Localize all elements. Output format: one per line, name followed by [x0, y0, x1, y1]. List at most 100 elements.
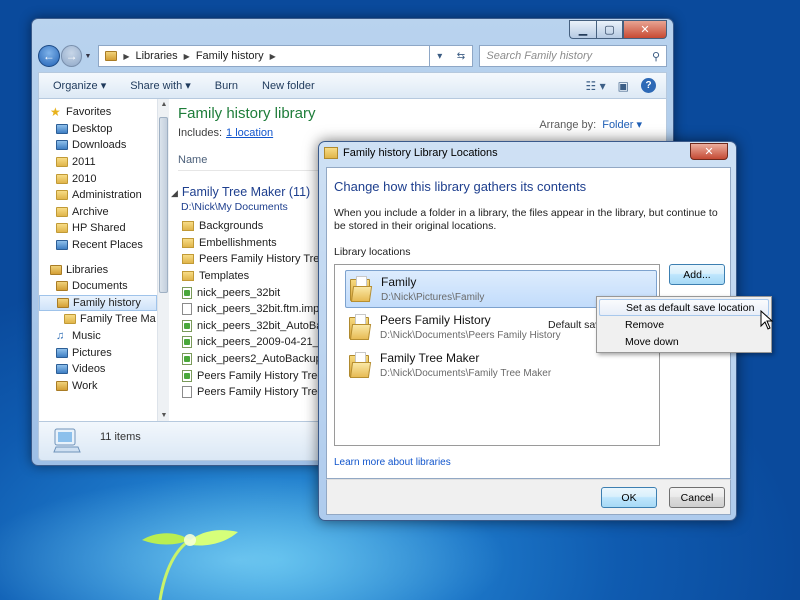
folder-icon [56, 157, 68, 168]
dialog-footer: OK Cancel [326, 479, 731, 515]
includes-locations-link[interactable]: 1 location [226, 127, 273, 139]
nav-family-history[interactable]: Family history [39, 294, 157, 312]
scroll-down-icon[interactable]: ▼ [159, 412, 169, 419]
library-title: Family history library [178, 105, 316, 122]
folder-icon [349, 352, 372, 378]
search-icon[interactable]: ⚲ [652, 50, 660, 63]
address-row: ← → ▼ ▶ Libraries ▶ Family history ▶ ▾ ⇆… [38, 43, 667, 69]
view-options-icon[interactable]: ☷ ▾ [586, 79, 606, 93]
nav-desktop[interactable]: Desktop [39, 121, 157, 138]
dialog-heading: Change how this library gathers its cont… [334, 179, 587, 194]
ok-button[interactable]: OK [601, 487, 657, 508]
family-tree-file-icon [182, 319, 192, 332]
cancel-button[interactable]: Cancel [669, 487, 725, 508]
nav-documents[interactable]: Documents [39, 278, 157, 295]
nav-libraries[interactable]: Libraries [39, 261, 157, 278]
window-controls: ▁ ▢ ✕ [569, 20, 667, 39]
address-bar[interactable]: ▶ Libraries ▶ Family history ▶ [98, 45, 430, 67]
document-icon [182, 303, 192, 316]
folder-icon [182, 237, 194, 248]
breadcrumb-family-history[interactable]: Family history [196, 50, 264, 62]
libraries-icon [50, 264, 62, 275]
location-path: D:\Nick\Pictures\Family [381, 292, 485, 303]
organize-button[interactable]: Organize ▾ [53, 79, 106, 92]
folder-icon [64, 314, 76, 325]
pictures-icon [56, 347, 68, 358]
menu-remove[interactable]: Remove [599, 316, 769, 333]
dropdown-icon[interactable]: ▾ [437, 51, 442, 62]
folder-icon [349, 314, 372, 340]
item-count: 11 items [100, 431, 141, 443]
add-location-button[interactable]: Add... [669, 264, 725, 285]
family-tree-file-icon [182, 286, 192, 299]
document-icon [182, 386, 192, 399]
nav-administration[interactable]: Administration [39, 187, 157, 204]
arrange-by[interactable]: Arrange by: Folder ▾ [539, 118, 642, 131]
library-icon [56, 380, 68, 391]
nav-archive[interactable]: Archive [39, 204, 157, 221]
music-icon: ♫ [56, 330, 65, 343]
nav-music[interactable]: ♫ Music [39, 328, 157, 345]
breadcrumb-libraries[interactable]: Libraries [135, 50, 177, 62]
nav-downloads[interactable]: Downloads [39, 137, 157, 154]
new-folder-button[interactable]: New folder [262, 80, 315, 92]
close-button[interactable]: ✕ [623, 20, 667, 39]
dialog-title: Family history Library Locations [343, 147, 498, 159]
forward-button[interactable]: → [60, 45, 83, 67]
burn-button[interactable]: Burn [215, 80, 238, 92]
folder-icon [56, 206, 68, 217]
learn-more-link[interactable]: Learn more about libraries [334, 457, 451, 468]
location-name: Family [381, 275, 417, 289]
location-path: D:\Nick\Documents\Peers Family History [380, 330, 561, 341]
group-path: D:\Nick\My Documents [181, 201, 288, 213]
column-name[interactable]: Name [178, 154, 207, 166]
nav-2010[interactable]: 2010 [39, 170, 157, 187]
nav-family-tree-maker[interactable]: Family Tree Ma [39, 311, 157, 328]
folder-icon [350, 276, 373, 302]
preview-pane-icon[interactable]: ▣ [618, 79, 629, 93]
nav-2011[interactable]: 2011 [39, 154, 157, 171]
file-name: nick_peers2_AutoBackup [197, 353, 322, 366]
chevron-right-icon: ▶ [269, 51, 276, 61]
nav-videos[interactable]: Videos [39, 361, 157, 378]
library-locations-label: Library locations [334, 246, 411, 258]
library-icon [324, 147, 338, 159]
search-input[interactable]: Search Family history ⚲ [479, 45, 667, 67]
share-with-button[interactable]: Share with ▾ [130, 79, 191, 92]
folder-icon [182, 254, 194, 265]
dialog-close-button[interactable]: ✕ [690, 143, 728, 160]
maximize-button[interactable]: ▢ [596, 20, 623, 39]
help-icon[interactable]: ? [641, 78, 656, 93]
nav-scroll-thumb[interactable] [159, 117, 168, 293]
file-name: nick_peers_32bit [197, 286, 281, 299]
nav-recent-places[interactable]: Recent Places [39, 237, 157, 254]
navigation-pane: ★ Favorites Desktop Downloads 2011 2010 A… [39, 99, 157, 421]
recent-pages-dropdown[interactable]: ▼ [84, 53, 94, 60]
back-button[interactable]: ← [38, 45, 60, 67]
chevron-right-icon: ▶ [183, 51, 190, 61]
folder-icon [56, 173, 68, 184]
file-name: nick_peers_32bit.ftm.import [197, 303, 333, 316]
folder-icon [56, 190, 68, 201]
arrange-by-value[interactable]: Folder [602, 119, 633, 131]
nav-scrollbar[interactable]: ▲ ▼ [157, 99, 169, 421]
menu-set-default-save-location[interactable]: Set as default save location [599, 299, 769, 316]
location-path: D:\Nick\Documents\Family Tree Maker [380, 368, 552, 379]
group-header[interactable]: ◢ Family Tree Maker (11) [171, 185, 310, 199]
library-icon [105, 51, 118, 61]
location-name: Family Tree Maker [380, 351, 480, 365]
refresh-icon[interactable]: ⇆ [457, 51, 465, 62]
nav-pictures[interactable]: Pictures [39, 344, 157, 361]
videos-icon [56, 364, 68, 375]
family-tree-file-icon [182, 336, 192, 349]
nav-work[interactable]: Work [39, 378, 157, 395]
nav-hp-shared[interactable]: HP Shared [39, 220, 157, 237]
collapse-icon[interactable]: ◢ [171, 188, 178, 198]
nav-favorites[interactable]: ★ Favorites [39, 104, 157, 121]
scroll-up-icon[interactable]: ▲ [159, 101, 169, 108]
file-name: Embellishments [199, 236, 277, 249]
family-tree-file-icon [182, 369, 192, 382]
minimize-button[interactable]: ▁ [569, 20, 596, 39]
library-icon [57, 297, 69, 308]
menu-move-down[interactable]: Move down [599, 333, 769, 350]
